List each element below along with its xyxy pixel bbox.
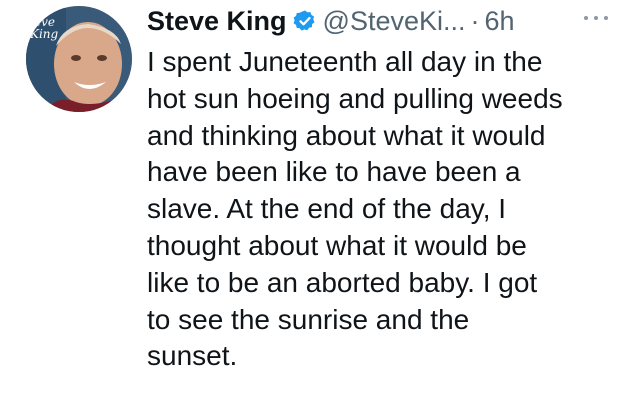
author-handle[interactable]: @SteveKi...: [323, 6, 466, 37]
tweet-text-line: and thinking about what it would: [147, 119, 546, 151]
tweet-text-line: sunset.: [147, 340, 238, 372]
avatar[interactable]: eve King: [26, 6, 132, 112]
tweet-text: I spent Juneteenth all day in the hot su…: [147, 44, 617, 375]
tweet-text-line: hot sun hoeing and pulling weeds: [147, 82, 563, 114]
author-name[interactable]: Steve King: [147, 6, 287, 37]
tweet-timestamp[interactable]: 6h: [485, 6, 515, 37]
tweet-text-line: thought about what it would be: [147, 229, 527, 261]
more-dot: [604, 16, 608, 20]
more-dot: [584, 16, 588, 20]
tweet-text-line: have been like to have been a: [147, 156, 521, 188]
verified-badge-icon: [293, 9, 317, 33]
tweet-text-line: slave. At the end of the day, I: [147, 193, 507, 225]
tweet-text-line: I spent Juneteenth all day in the: [147, 46, 543, 77]
more-dot: [594, 16, 598, 20]
tweet-card: eve King Steve King @SteveKi... · 6h I s…: [0, 0, 640, 410]
tweet-text-line: like to be an aborted baby. I got: [147, 266, 538, 298]
avatar-text-2: King: [30, 27, 59, 41]
tweet-text-line: to see the sunrise and the: [147, 303, 470, 335]
tweet-header: Steve King @SteveKi... · 6h: [147, 3, 515, 39]
more-horizontal-icon[interactable]: [584, 6, 608, 30]
header-separator: ·: [470, 5, 480, 36]
